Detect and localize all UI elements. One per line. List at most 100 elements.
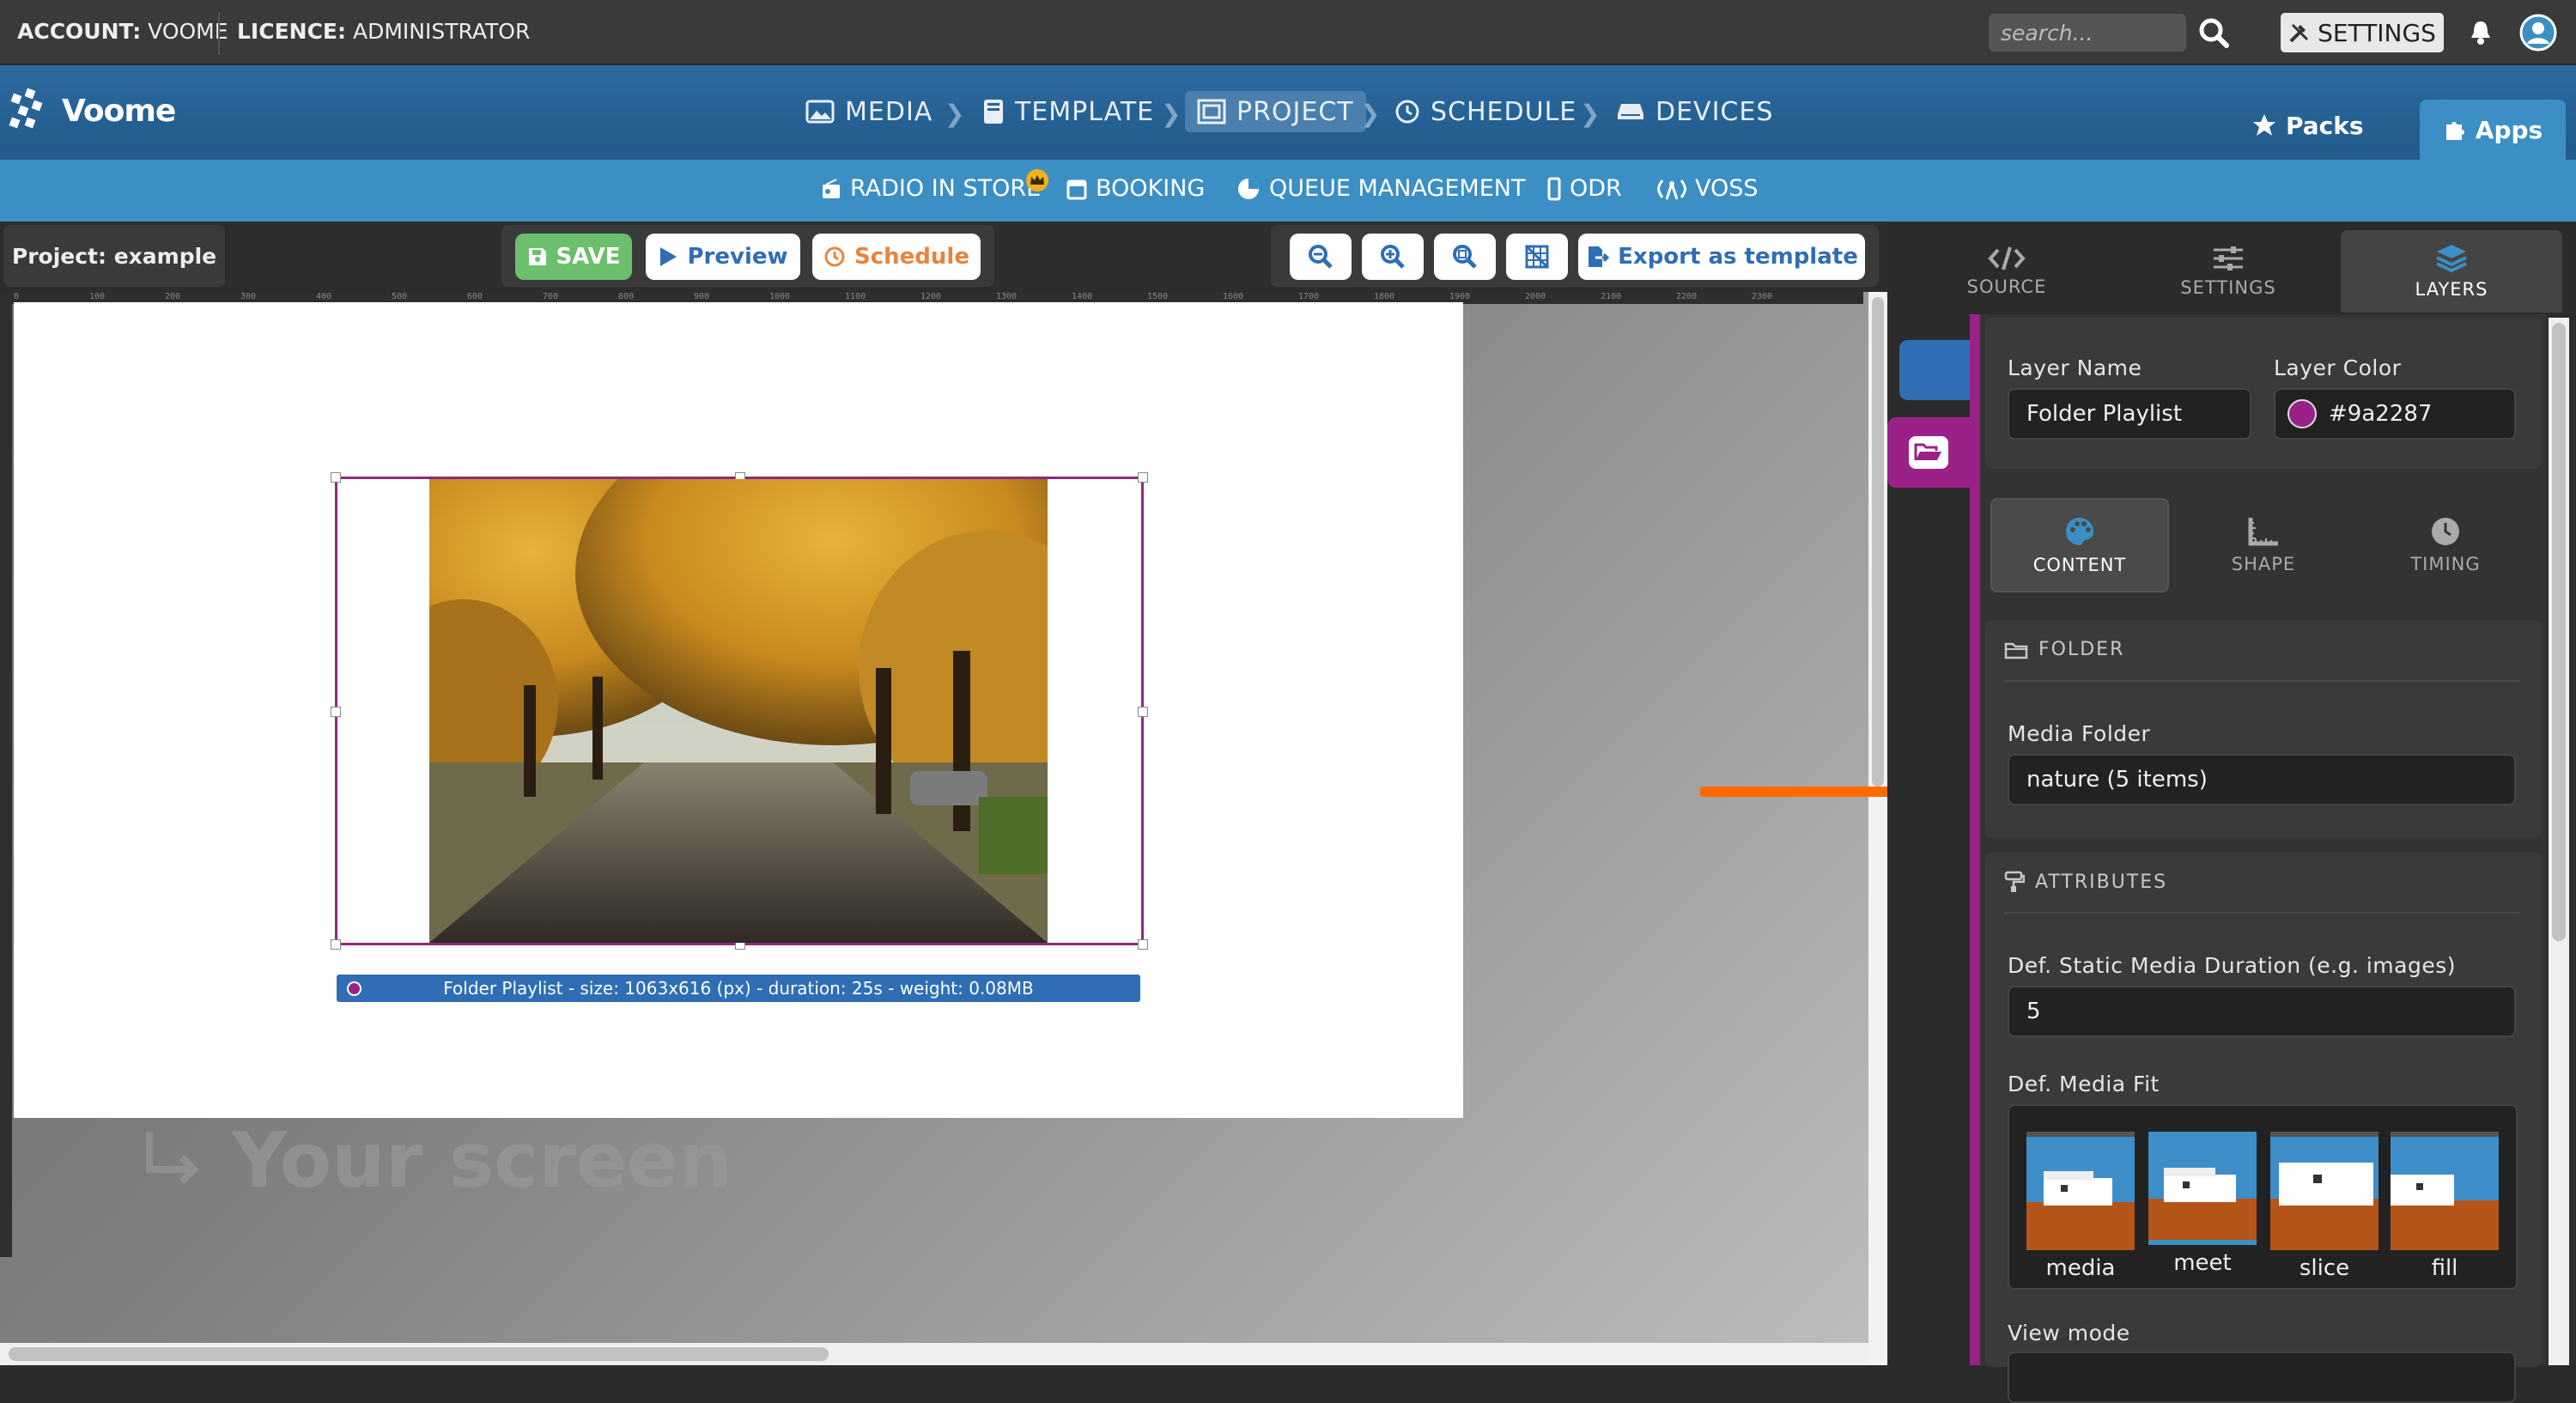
layer-info-text: Folder Playlist - size: 1063x616 (px) - … (443, 978, 1034, 999)
nav-step-schedule[interactable]: SCHEDULE (1394, 91, 1577, 132)
divider (2004, 912, 2519, 914)
color-swatch[interactable] (2287, 399, 2317, 428)
fit-option-fill[interactable]: fill (2391, 1132, 2499, 1281)
ruler-tick-label: 800 (618, 292, 635, 301)
settings-button[interactable]: SETTINGS (2281, 13, 2444, 52)
subnav-label: BOOKING (1096, 175, 1206, 202)
fit-thumbnail (2270, 1132, 2379, 1250)
tab-layers[interactable]: LAYERS (2341, 230, 2562, 313)
tab-settings[interactable]: SETTINGS (2117, 230, 2339, 313)
bell-icon[interactable] (2468, 19, 2494, 46)
search-input[interactable]: search... (1989, 14, 2186, 52)
subnav-queue-management[interactable]: QUEUE MANAGEMENT (1236, 175, 1525, 202)
zoom-fit-button[interactable] (1434, 234, 1496, 280)
floppy-disk-icon (527, 246, 548, 267)
nav-step-project[interactable]: PROJECT (1185, 91, 1366, 132)
editor-toolbar: Project: example SAVE Preview Schedule E… (0, 222, 1889, 292)
tab-content[interactable]: CONTENT (1990, 498, 2169, 592)
nav-step-label: PROJECT (1236, 96, 1354, 127)
ruler-tick-label: 1800 (1374, 292, 1395, 301)
grid-toggle-button[interactable] (1506, 234, 1568, 280)
tab-source[interactable]: SOURCE (1896, 230, 2117, 313)
save-button[interactable]: SAVE (515, 234, 632, 280)
ruler-tick-label: 600 (467, 292, 483, 301)
zoom-out-button[interactable] (1290, 234, 1352, 280)
subnav-booking[interactable]: BOOKING (1066, 175, 1205, 202)
corner-arrow-icon (137, 1127, 206, 1195)
layer-name-input[interactable]: Folder Playlist (2008, 388, 2251, 440)
user-avatar-icon[interactable] (2519, 14, 2557, 52)
nav-step-devices[interactable]: DEVICES (1616, 91, 1773, 132)
apps-label: Apps (2475, 115, 2543, 144)
action-group: SAVE Preview Schedule (501, 225, 994, 287)
layer-tab-blue[interactable] (1899, 340, 1973, 400)
schedule-button[interactable]: Schedule (812, 234, 981, 280)
view-mode-label: View mode (2008, 1321, 2130, 1345)
folder-section-title: FOLDER (2038, 639, 2125, 660)
resize-handle[interactable] (1138, 939, 1148, 950)
pie-chart-icon (1236, 177, 1261, 201)
zoom-fit-icon (1452, 244, 1478, 270)
layer-color-value: #9a2287 (2329, 401, 2433, 427)
fit-thumbnail (2026, 1132, 2135, 1250)
fit-option-slice[interactable]: slice (2270, 1132, 2379, 1281)
preview-button[interactable]: Preview (646, 234, 800, 280)
ruler-tick-label: 1900 (1449, 292, 1471, 301)
attributes-section-header: ATTRIBUTES (2004, 871, 2167, 893)
puzzle-icon (2443, 118, 2467, 142)
brand-logo[interactable]: Voome (7, 88, 176, 134)
project-name-box: Project: example (3, 225, 225, 287)
packs-tab[interactable]: Packs (2251, 100, 2364, 151)
fit-option-label: slice (2299, 1255, 2350, 1281)
ruler-tick-label: 1600 (1223, 292, 1244, 301)
resize-handle[interactable] (331, 472, 341, 483)
ruler-tick-label: 900 (694, 292, 710, 301)
tab-shape[interactable]: SHAPE (2174, 498, 2353, 592)
ruler-tick-label: 2200 (1676, 292, 1698, 301)
resize-handle[interactable] (1138, 472, 1148, 483)
ruler-tick-label: 500 (392, 292, 408, 301)
layer-color-input[interactable]: #9a2287 (2274, 388, 2516, 440)
export-label: Export as template (1618, 244, 1858, 270)
licence-info: LICENCE: ADMINISTRATOR (237, 19, 530, 44)
search-icon[interactable] (2198, 17, 2229, 48)
attributes-section-title: ATTRIBUTES (2035, 871, 2168, 893)
nav-step-media[interactable]: MEDIA (805, 91, 933, 132)
apps-tab[interactable]: Apps (2420, 100, 2566, 160)
fit-option-label: media (2045, 1255, 2116, 1281)
ruler-tick-label: 200 (165, 292, 181, 301)
schedule-label: Schedule (854, 244, 969, 270)
fit-option-meet[interactable]: meet (2148, 1132, 2257, 1276)
paint-roller-icon (2004, 871, 2025, 893)
subnav-label: VOSS (1695, 175, 1759, 202)
ruler-tick-label: 1200 (920, 292, 942, 301)
ruler-tick-label: 400 (316, 292, 332, 301)
canvas-horizontal-scroll-thumb[interactable] (9, 1347, 829, 1361)
panel-vertical-scroll-thumb[interactable] (2552, 323, 2566, 941)
static-duration-input[interactable]: 5 (2008, 986, 2516, 1037)
apps-subnav: RADIO IN STORE BOOKING QUEUE MANAGEMENT … (0, 160, 2576, 222)
resize-handle[interactable] (331, 707, 341, 717)
view-mode-select[interactable] (2008, 1351, 2516, 1403)
tools-icon (2288, 21, 2311, 44)
ruler-tick-label: 700 (543, 292, 559, 301)
layer-info-bar[interactable]: Folder Playlist - size: 1063x616 (px) - … (337, 975, 1140, 1002)
ruler-tick-label: 1000 (769, 292, 791, 301)
tab-label: CONTENT (2032, 555, 2127, 575)
media-folder-select[interactable]: nature (5 items) (2008, 754, 2516, 805)
grid-off-icon (1524, 244, 1550, 270)
fit-option-media[interactable]: media (2026, 1132, 2135, 1281)
export-template-button[interactable]: Export as template (1578, 234, 1865, 280)
subnav-voss[interactable]: VOSS (1657, 175, 1759, 202)
layer-tab-folder-playlist[interactable] (1887, 417, 1970, 488)
subnav-radio-in-store[interactable]: RADIO IN STORE (821, 169, 1048, 202)
resize-handle[interactable] (1138, 707, 1148, 717)
tab-label: SHAPE (2231, 554, 2296, 574)
tab-timing[interactable]: TIMING (2356, 498, 2535, 592)
canvas-vertical-scroll-thumb[interactable] (1872, 297, 1884, 787)
subnav-odr[interactable]: ODR (1547, 175, 1622, 202)
nav-step-template[interactable]: TEMPLATE (982, 91, 1154, 132)
zoom-in-button[interactable] (1362, 234, 1424, 280)
ruler-tick-label: 2100 (1601, 292, 1622, 301)
resize-handle[interactable] (331, 939, 341, 950)
